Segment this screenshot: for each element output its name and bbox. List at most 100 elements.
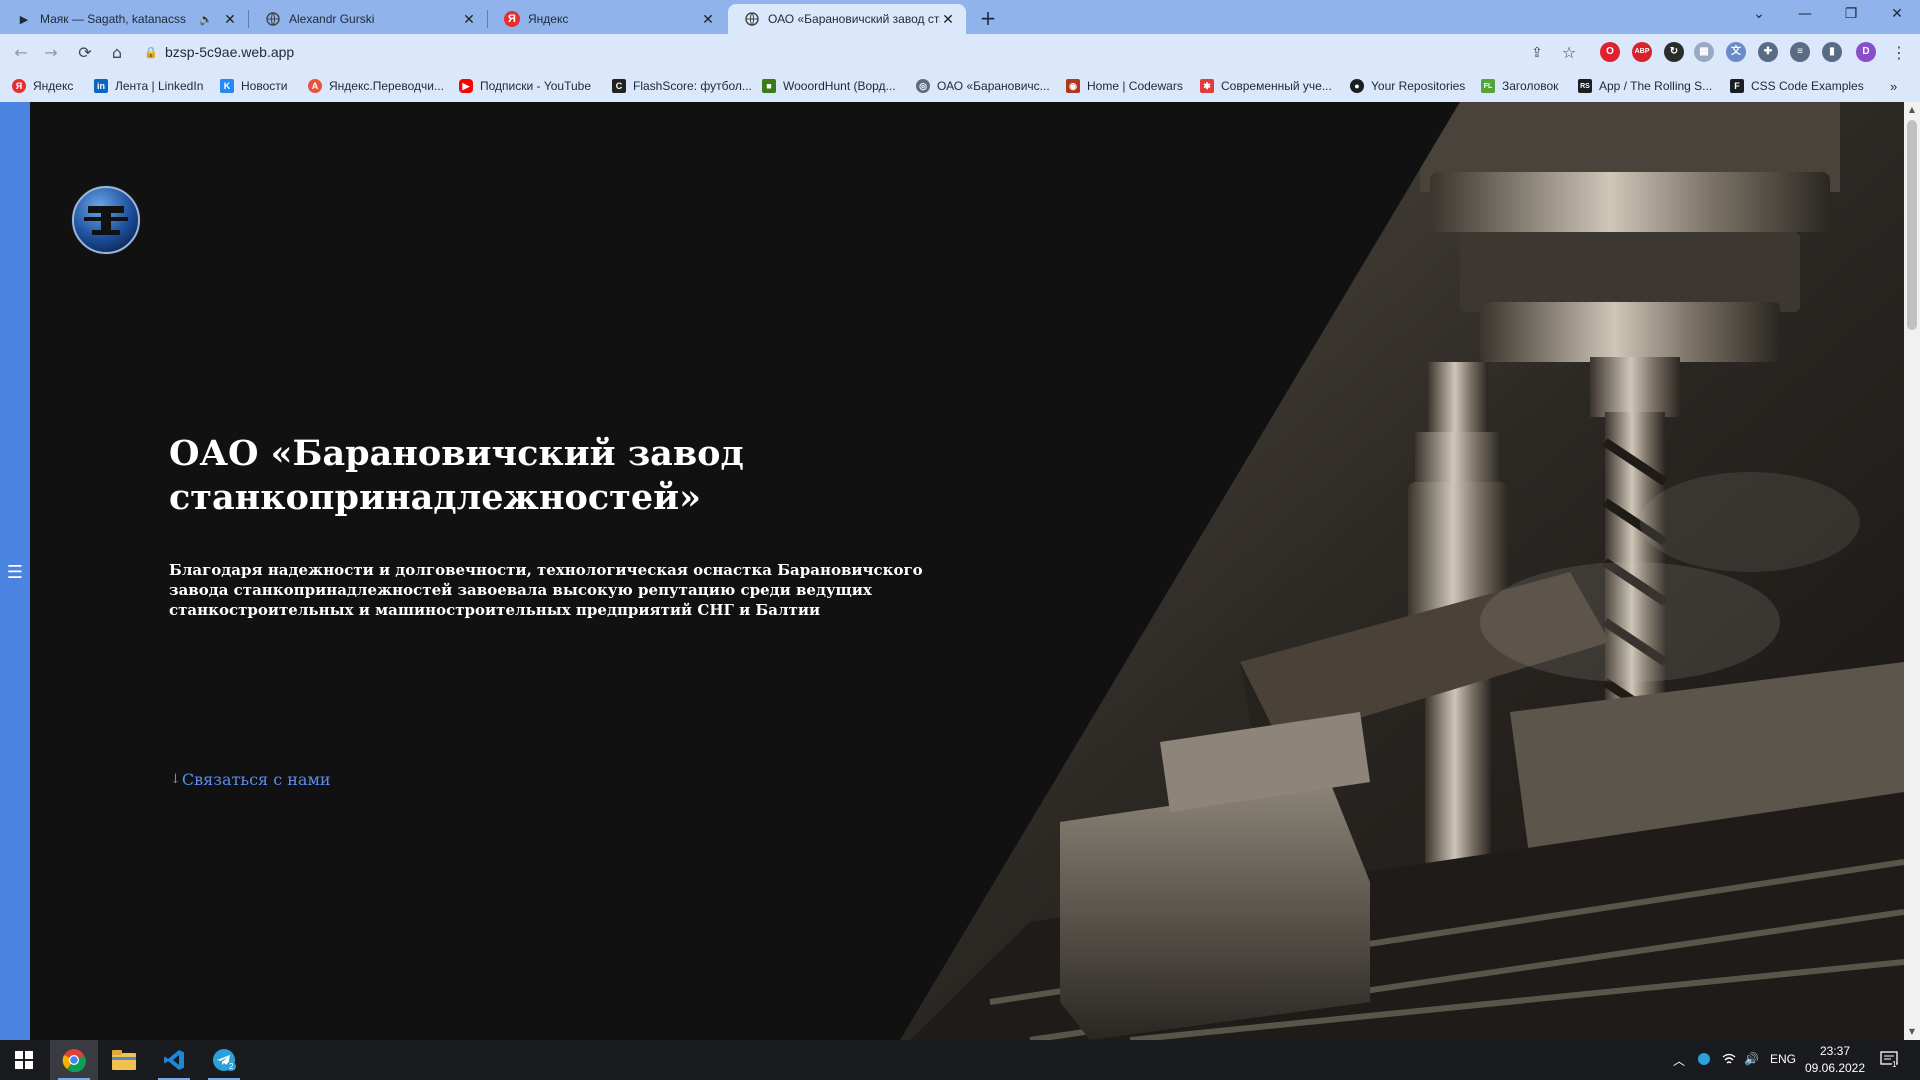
- bookmark-linkedin[interactable]: in Лента | LinkedIn: [94, 77, 203, 95]
- youtube-icon: ▶: [459, 79, 473, 93]
- colorpicker-extension-icon[interactable]: ▦: [1694, 42, 1714, 62]
- volume-icon[interactable]: 🔊: [1744, 1052, 1759, 1066]
- bookmark-wooordhunt[interactable]: ■ WooordHunt (Ворд...: [762, 77, 896, 95]
- tray-app-icon[interactable]: [1697, 1052, 1711, 1069]
- tab-title: Яндекс: [528, 12, 569, 26]
- clock-time: 23:37: [1819, 1044, 1851, 1058]
- bookmark-rolling-scopes[interactable]: RS App / The Rolling S...: [1578, 77, 1712, 95]
- bookmark-label: Яндекс.Переводчи...: [329, 79, 444, 93]
- hamburger-icon[interactable]: ☰: [3, 563, 27, 583]
- tab-mayak[interactable]: ▶ Маяк — Sagath, katanacss 🔈 ✕: [0, 4, 248, 34]
- bookmark-label: Яндекс: [33, 79, 74, 93]
- arrow-down-icon: ↓: [170, 772, 181, 787]
- close-icon[interactable]: ✕: [461, 11, 477, 28]
- tab-bzsp-active[interactable]: ОАО «Барановичский завод станкопринадлеж…: [728, 4, 966, 34]
- tab-alexandr-gurski[interactable]: Alexandr Gurski ✕: [249, 4, 487, 34]
- rs-icon: RS: [1578, 79, 1592, 93]
- scroll-down-arrow-icon[interactable]: ▼: [1904, 1024, 1920, 1040]
- reload-button[interactable]: ⟳: [72, 40, 98, 66]
- bookmark-fl[interactable]: FL Заголовок: [1481, 77, 1558, 95]
- extensions-puzzle-icon[interactable]: ✚: [1758, 42, 1778, 62]
- bookmark-label: Новости: [241, 79, 288, 93]
- vk-icon: K: [220, 79, 234, 93]
- globe-icon: [744, 11, 760, 27]
- bookmark-learn-js[interactable]: ✱ Современный уче...: [1200, 77, 1332, 95]
- reading-list-icon[interactable]: ≡: [1790, 42, 1810, 62]
- wifi-icon[interactable]: [1722, 1052, 1736, 1069]
- close-window-button[interactable]: ✕: [1874, 0, 1920, 30]
- contact-us-label: Связаться с нами: [181, 770, 331, 789]
- bookmark-yandex[interactable]: Я Яндекс: [12, 77, 73, 95]
- bookmark-label: App / The Rolling S...: [1599, 79, 1713, 93]
- bookmark-label: Современный уче...: [1221, 79, 1332, 93]
- file-explorer-icon[interactable]: [100, 1040, 148, 1080]
- scroll-up-arrow-icon[interactable]: ▲: [1904, 102, 1920, 118]
- bookmark-vk-news[interactable]: K Новости: [220, 77, 287, 95]
- bookmark-yandex-translate[interactable]: A Яндекс.Переводчи...: [308, 77, 444, 95]
- tab-title: Маяк — Sagath, katanacss: [40, 12, 186, 26]
- bookmark-bzsp[interactable]: ◎ ОАО «Барановичс...: [916, 77, 1050, 95]
- side-panel-icon[interactable]: ▮: [1822, 42, 1842, 62]
- address-bar[interactable]: 🔒 bzsp-5c9ae.web.app: [141, 38, 1591, 66]
- profile-avatar[interactable]: D: [1856, 42, 1876, 62]
- url-text[interactable]: bzsp-5c9ae.web.app: [165, 44, 294, 60]
- side-menu-bar: ☰: [0, 102, 30, 1040]
- close-icon[interactable]: ✕: [700, 11, 716, 28]
- chrome-icon[interactable]: [50, 1040, 98, 1080]
- bookmark-flashscore[interactable]: C FlashScore: футбол...: [612, 77, 752, 95]
- close-icon[interactable]: ✕: [940, 11, 956, 28]
- page-title: ОАО «Барановичский завод станкопринадлеж…: [169, 433, 744, 518]
- clock[interactable]: 23:37 09.06.2022: [1800, 1043, 1870, 1077]
- learn-js-icon: ✱: [1200, 79, 1214, 93]
- bookmark-label: CSS Code Examples: [1751, 79, 1864, 93]
- bookmark-github[interactable]: ● Your Repositories: [1350, 77, 1465, 95]
- tab-title: Alexandr Gurski: [289, 12, 375, 26]
- minimize-button[interactable]: —: [1782, 0, 1828, 30]
- bookmark-label: Подписки - YouTube: [480, 79, 592, 93]
- back-button[interactable]: ←: [8, 40, 34, 66]
- codewars-icon: ◉: [1066, 79, 1080, 93]
- bookmark-youtube[interactable]: ▶ Подписки - YouTube: [459, 77, 591, 95]
- sync-extension-icon[interactable]: ↻: [1664, 42, 1684, 62]
- linkedin-icon: in: [94, 79, 108, 93]
- browser-menu-icon[interactable]: ⋮: [1886, 40, 1912, 66]
- vscode-icon[interactable]: [150, 1040, 198, 1080]
- windows-start-icon[interactable]: [0, 1040, 48, 1080]
- bookmark-css-examples[interactable]: F CSS Code Examples: [1730, 77, 1864, 95]
- bookmark-label: Лента | LinkedIn: [115, 79, 204, 93]
- forward-button[interactable]: →: [38, 40, 64, 66]
- opera-icon[interactable]: O: [1600, 42, 1620, 62]
- more-bookmarks-icon[interactable]: »: [1890, 77, 1897, 95]
- yandex-icon: Я: [504, 11, 520, 27]
- play-icon: ▶: [19, 13, 29, 26]
- yandex-icon: Я: [12, 79, 26, 93]
- wooordhunt-icon: ■: [762, 79, 776, 93]
- bookmark-codewars[interactable]: ◉ Home | Codewars: [1066, 77, 1183, 95]
- home-button[interactable]: ⌂: [104, 40, 130, 66]
- tab-yandex[interactable]: Я Яндекс ✕: [488, 4, 726, 34]
- bookmark-star-icon[interactable]: ☆: [1556, 40, 1582, 66]
- company-logo-icon[interactable]: [70, 184, 142, 256]
- language-indicator[interactable]: ENG: [1770, 1052, 1796, 1066]
- contact-us-link[interactable]: ↓ Связаться с нами: [170, 770, 331, 789]
- speaker-icon[interactable]: 🔈: [198, 11, 214, 27]
- adblock-icon[interactable]: ABP: [1632, 42, 1652, 62]
- bookmark-label: Заголовок: [1502, 79, 1559, 93]
- css-icon: F: [1730, 79, 1744, 93]
- notifications-icon[interactable]: 1: [1880, 1050, 1898, 1071]
- tab-strip: ▶ Маяк — Sagath, katanacss 🔈 ✕ Alexandr …: [0, 0, 1920, 34]
- vertical-scrollbar[interactable]: ▲ ▼: [1904, 102, 1920, 1040]
- bookmark-label: FlashScore: футбол...: [633, 79, 752, 93]
- bookmark-label: Home | Codewars: [1087, 79, 1183, 93]
- telegram-icon[interactable]: 2: [200, 1040, 248, 1080]
- close-icon[interactable]: ✕: [222, 11, 238, 28]
- restore-button[interactable]: ❐: [1828, 0, 1874, 30]
- tray-expand-icon[interactable]: ︿: [1673, 1052, 1685, 1069]
- translate-extension-icon[interactable]: 文: [1726, 42, 1746, 62]
- new-tab-button[interactable]: +: [976, 6, 1000, 30]
- share-icon[interactable]: ⇪: [1524, 40, 1550, 66]
- bookmark-label: WooordHunt (Ворд...: [783, 79, 896, 93]
- scrollbar-thumb[interactable]: [1907, 120, 1917, 330]
- tab-search-icon[interactable]: ⌄: [1736, 0, 1782, 30]
- lock-icon: 🔒: [144, 45, 158, 59]
